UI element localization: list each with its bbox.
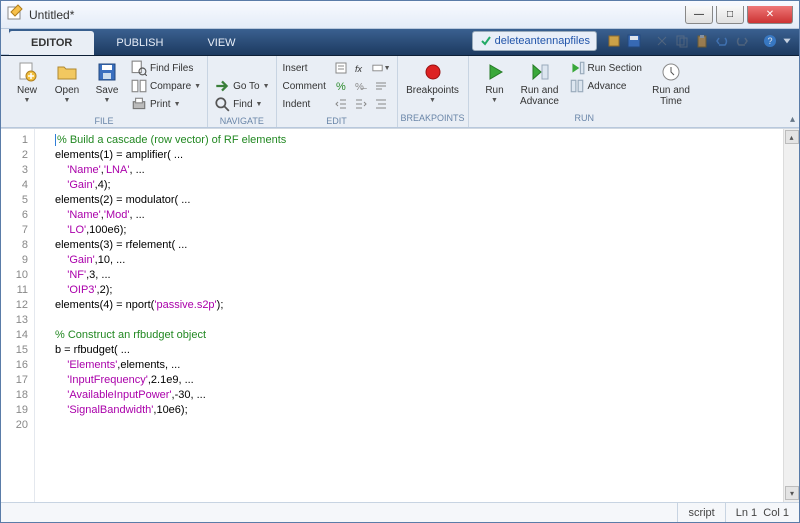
advance-icon <box>569 78 585 94</box>
window-title: Untitled* <box>29 8 685 22</box>
qa-redo-icon[interactable] <box>733 32 751 50</box>
indent-button[interactable]: Indent <box>283 95 331 113</box>
ribbon-group-edit: Insert Comment Indent fx▼ %%̶ EDIT <box>277 56 398 127</box>
run-time-button[interactable]: Run and Time <box>648 59 694 107</box>
line-number-gutter: 1234567891011121314151617181920 <box>1 129 35 502</box>
ribbon-tab-row: EDITOR PUBLISH VIEW deleteantennapfiles … <box>1 29 799 56</box>
ribbon-group-breakpoints: Breakpoints▼ BREAKPOINTS <box>398 56 469 127</box>
qa-help-icon[interactable]: ? <box>761 32 779 50</box>
maximize-button[interactable]: □ <box>716 6 744 24</box>
ribbon-collapse-icon[interactable]: ▴ <box>790 114 795 125</box>
ribbon-toolbar: New▼ Open▼ Save▼ Find Files Compare▼ Pri… <box>1 56 799 128</box>
run-section-icon <box>569 60 585 76</box>
advance-button[interactable]: Advance <box>569 77 642 95</box>
tab-editor[interactable]: EDITOR <box>9 31 94 55</box>
scroll-up-arrow[interactable]: ▴ <box>785 130 799 144</box>
print-button[interactable]: Print▼ <box>131 95 201 113</box>
title-bar: Untitled* — □ ✕ <box>1 1 799 29</box>
vertical-scrollbar[interactable]: ▴ ▾ <box>783 129 799 502</box>
tab-view[interactable]: VIEW <box>185 31 257 55</box>
new-button[interactable]: New▼ <box>7 59 47 104</box>
insert-section-icon[interactable] <box>331 59 351 77</box>
status-filetype: script <box>677 503 724 522</box>
run-section-button[interactable]: Run Section <box>569 59 642 77</box>
qa-save-icon[interactable] <box>625 32 643 50</box>
save-icon <box>96 61 118 83</box>
close-button[interactable]: ✕ <box>747 6 793 24</box>
app-icon <box>1 4 29 25</box>
svg-text:%̶: %̶ <box>355 82 367 93</box>
indent-auto-icon[interactable] <box>371 95 391 113</box>
findfiles-icon <box>131 60 147 76</box>
code-editor[interactable]: % Build a cascade (row vector) of RF ele… <box>35 129 783 502</box>
qa-paste-icon[interactable] <box>693 32 711 50</box>
svg-text:?: ? <box>767 36 772 46</box>
editor-area: 1234567891011121314151617181920 % Build … <box>1 128 799 502</box>
indent-left-icon[interactable] <box>331 95 351 113</box>
ribbon-group-file: New▼ Open▼ Save▼ Find Files Compare▼ Pri… <box>1 56 208 127</box>
qa-undo-icon[interactable] <box>713 32 731 50</box>
insert-fx-icon[interactable]: fx <box>351 59 371 77</box>
qa-copy-icon[interactable] <box>673 32 691 50</box>
goto-button[interactable]: Go To▼ <box>214 77 269 95</box>
minimize-button[interactable]: — <box>685 6 713 24</box>
findfiles-button[interactable]: Find Files <box>131 59 201 77</box>
find-icon <box>214 96 230 112</box>
run-button[interactable]: Run▼ <box>475 59 515 104</box>
run-advance-icon <box>529 61 551 83</box>
qa-cut-icon[interactable] <box>653 32 671 50</box>
clock-icon <box>660 61 682 83</box>
tab-publish[interactable]: PUBLISH <box>94 31 185 55</box>
app-window: Untitled* — □ ✕ EDITOR PUBLISH VIEW dele… <box>0 0 800 523</box>
ribbon-group-navigate: Go To▼ Find▼ NAVIGATE <box>208 56 276 127</box>
compare-button[interactable]: Compare▼ <box>131 77 201 95</box>
ribbon-group-run: Run▼ Run and Advance Run Section Advance… <box>469 56 700 127</box>
breakpoints-button[interactable]: Breakpoints▼ <box>404 59 462 104</box>
compare-icon <box>131 78 147 94</box>
new-file-icon <box>16 61 38 83</box>
comment-remove-icon[interactable]: %̶ <box>351 77 371 95</box>
comment-wrap-icon[interactable] <box>371 77 391 95</box>
insert-more-icon[interactable]: ▼ <box>371 59 391 77</box>
quick-access-bar: deleteantennapfiles ? <box>472 29 793 53</box>
insert-button[interactable]: Insert <box>283 59 331 77</box>
qa-icon-1[interactable] <box>605 32 623 50</box>
run-icon <box>484 61 506 83</box>
comment-add-icon[interactable]: % <box>331 77 351 95</box>
find-button[interactable]: Find▼ <box>214 95 269 113</box>
status-bar: script Ln 1 Col 1 <box>1 502 799 522</box>
save-button[interactable]: Save▼ <box>87 59 127 104</box>
indent-right-icon[interactable] <box>351 95 371 113</box>
action-link[interactable]: deleteantennapfiles <box>472 31 597 51</box>
run-advance-button[interactable]: Run and Advance <box>515 59 565 107</box>
status-cursor-pos: Ln 1 Col 1 <box>725 503 799 522</box>
scroll-down-arrow[interactable]: ▾ <box>785 486 799 500</box>
svg-text:%: % <box>336 81 346 93</box>
print-icon <box>131 96 147 112</box>
goto-icon <box>214 78 230 94</box>
open-button[interactable]: Open▼ <box>47 59 87 104</box>
open-folder-icon <box>56 61 78 83</box>
svg-text:fx: fx <box>355 64 363 74</box>
comment-button[interactable]: Comment <box>283 77 331 95</box>
action-link-label: deleteantennapfiles <box>495 35 590 47</box>
qa-dropdown-icon[interactable] <box>781 32 793 50</box>
breakpoint-icon <box>422 61 444 83</box>
